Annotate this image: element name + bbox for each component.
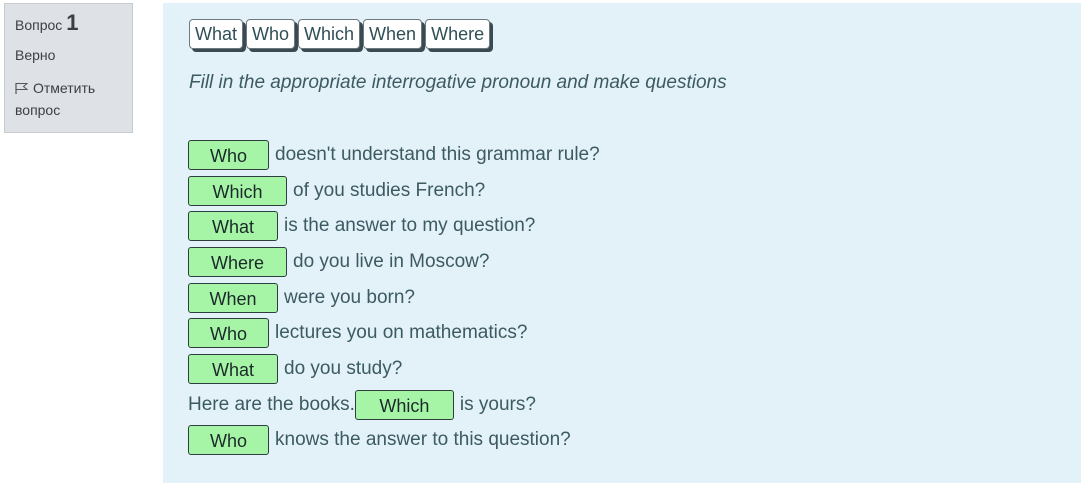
sentence-text: is yours?: [459, 393, 536, 415]
choice-when[interactable]: When: [363, 19, 423, 49]
sentence-row: When were you born?: [188, 280, 600, 316]
sentence-text: lectures you on mathematics?: [275, 322, 528, 344]
sentence-row: Which of you studies French?: [188, 173, 600, 209]
sentence-text: knows the answer to this question?: [275, 429, 571, 451]
flag-question-link[interactable]: Отметить вопрос: [15, 77, 122, 121]
sentence-text: do you study?: [284, 357, 403, 379]
question-info-panel: Вопрос 1 Верно Отметить вопрос: [4, 3, 133, 133]
choice-where[interactable]: Where: [425, 19, 491, 49]
sentence-row: What is the answer to my question?: [188, 208, 600, 244]
drop-zone[interactable]: Who: [188, 318, 269, 349]
choice-which[interactable]: Which: [298, 19, 361, 49]
question-number-value: 1: [66, 10, 79, 35]
flag-icon: [15, 83, 29, 94]
drop-zone[interactable]: Who: [188, 425, 269, 456]
question-label: Вопрос: [15, 17, 63, 33]
sentence-row: What do you study?: [188, 351, 600, 387]
sentence-prefix: Here are the books.: [188, 393, 355, 415]
question-number: Вопрос 1: [15, 10, 122, 35]
sentence-row: Here are the books. Which is yours?: [188, 387, 600, 423]
instruction-text: Fill in the appropriate interrogative pr…: [189, 72, 727, 93]
sentence-row: Where do you live in Moscow?: [188, 244, 600, 280]
drop-zone[interactable]: What: [188, 211, 278, 242]
sentence-row: Who knows the answer to this question?: [188, 423, 600, 459]
sentence-text: doesn't understand this grammar rule?: [275, 143, 600, 165]
sentence-text: do you live in Moscow?: [293, 250, 490, 272]
sentence-text: were you born?: [284, 286, 415, 308]
sentence-text: of you studies French?: [293, 179, 486, 201]
drop-zone[interactable]: When: [188, 282, 278, 313]
drop-zone[interactable]: What: [188, 353, 278, 384]
choice-what[interactable]: What: [189, 19, 244, 49]
sentence-row: Who lectures you on mathematics?: [188, 315, 600, 351]
drop-zone[interactable]: Which: [354, 389, 454, 420]
question-content: What Who Which When Where Fill in the ap…: [163, 3, 1081, 483]
sentence-text: is the answer to my question?: [284, 215, 536, 237]
sentence-list: Who doesn't understand this grammar rule…: [188, 137, 600, 458]
question-state: Верно: [15, 47, 56, 63]
drop-zone[interactable]: Which: [188, 175, 287, 206]
drop-zone[interactable]: Where: [188, 246, 287, 277]
sentence-row: Who doesn't understand this grammar rule…: [188, 137, 600, 173]
drop-zone[interactable]: Who: [188, 139, 269, 170]
choice-who[interactable]: Who: [246, 19, 296, 49]
choice-palette: What Who Which When Where: [189, 19, 491, 49]
